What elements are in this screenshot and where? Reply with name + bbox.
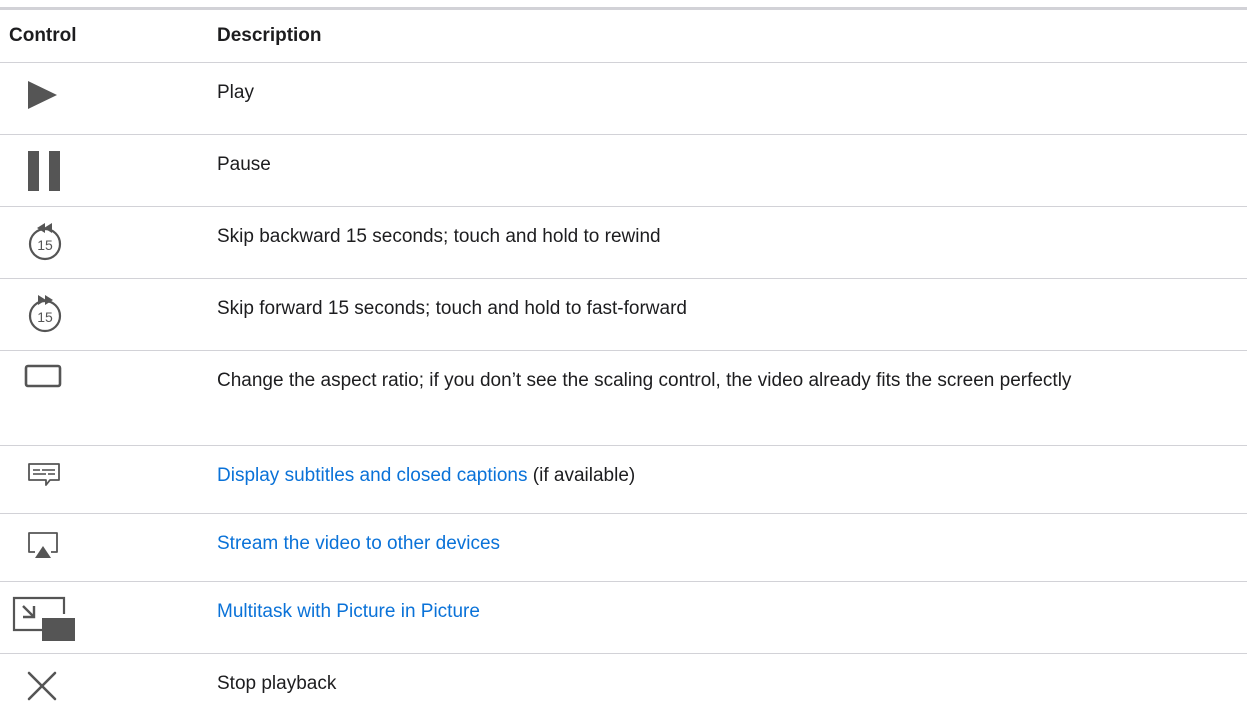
description-cell: Pause [217, 154, 271, 175]
table-row: Stop playback [0, 654, 1247, 722]
description-cell: Display subtitles and closed captions (i… [217, 446, 1247, 492]
skip-backward-15-icon: 15 [28, 223, 62, 261]
controls-table: Control Description Play Pause 15 Skip b… [0, 7, 1247, 722]
description-cell: Stream the video to other devices [217, 514, 1247, 560]
picture-in-picture-icon [12, 596, 75, 641]
skip-back-label: 15 [37, 237, 53, 253]
table-row: 15 Skip forward 15 seconds; touch and ho… [0, 279, 1247, 351]
stream-link[interactable]: Stream the video to other devices [217, 533, 500, 554]
description-cell: Skip forward 15 seconds; touch and hold … [217, 298, 687, 319]
skip-forward-15-icon: 15 [28, 295, 62, 333]
airplay-icon [28, 532, 58, 558]
pause-icon [28, 151, 60, 191]
close-icon [27, 671, 57, 701]
pip-link[interactable]: Multitask with Picture in Picture [217, 601, 480, 622]
table-row: Stream the video to other devices [0, 514, 1247, 582]
skip-forward-label: 15 [37, 309, 53, 325]
subtitles-icon [28, 463, 60, 486]
description-cell: Multitask with Picture in Picture [217, 582, 1247, 628]
description-cell: Change the aspect ratio; if you don’t se… [217, 370, 1072, 391]
description-cell: Stop playback [217, 673, 337, 694]
subtitles-link[interactable]: Display subtitles and closed captions [217, 465, 528, 486]
table-header: Control Description [0, 10, 1247, 63]
table-row: Change the aspect ratio; if you don’t se… [0, 351, 1247, 446]
play-icon [28, 81, 57, 109]
table-row: Display subtitles and closed captions (i… [0, 446, 1247, 514]
header-description: Description [217, 25, 322, 46]
table-row: Play [0, 63, 1247, 135]
table-row: Pause [0, 135, 1247, 207]
table-row: Multitask with Picture in Picture [0, 582, 1247, 654]
header-control: Control [9, 25, 77, 46]
aspect-ratio-icon [24, 364, 62, 388]
table-row: 15 Skip backward 15 seconds; touch and h… [0, 207, 1247, 279]
description-cell: Play [217, 82, 254, 103]
subtitles-suffix: (if available) [527, 465, 636, 486]
description-cell: Skip backward 15 seconds; touch and hold… [217, 226, 661, 247]
